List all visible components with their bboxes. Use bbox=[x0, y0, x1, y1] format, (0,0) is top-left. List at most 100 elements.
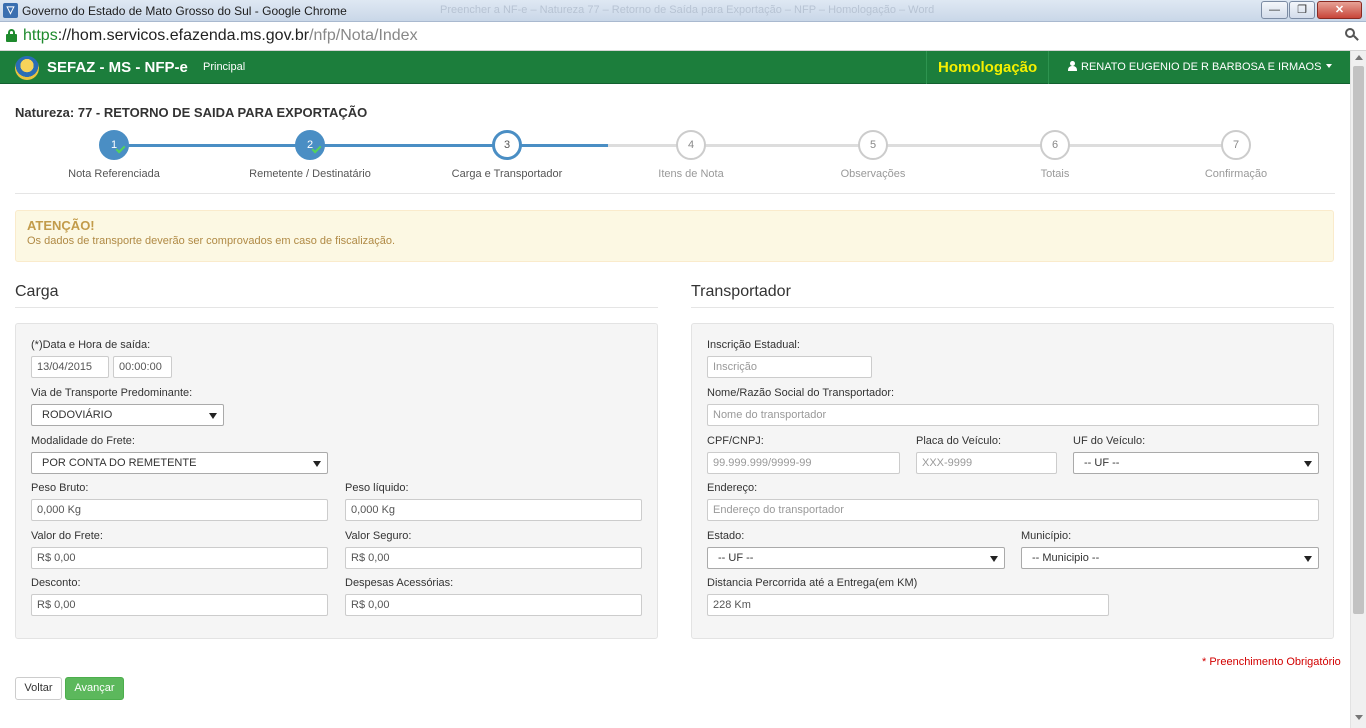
state-seal-icon bbox=[15, 56, 39, 80]
step-label: Totais bbox=[1040, 168, 1070, 180]
uf-veiculo-label: UF do Veículo: bbox=[1073, 435, 1146, 447]
environment-label: Homologação bbox=[938, 59, 1038, 76]
step-label: Confirmação bbox=[1204, 168, 1268, 180]
data-saida-input[interactable]: 13/04/2015 bbox=[31, 356, 109, 378]
user-menu[interactable]: RENATO EUGENIO DE R BARBOSA E IRMAOS bbox=[1068, 61, 1333, 73]
scroll-down-icon[interactable] bbox=[1355, 715, 1363, 720]
step-circle: 3 bbox=[492, 130, 522, 160]
alert-title: ATENÇÃO! bbox=[27, 218, 95, 233]
valor-frete-label: Valor do Frete: bbox=[31, 530, 103, 542]
dropdown-arrow-icon bbox=[1304, 556, 1312, 562]
nav-divider bbox=[1048, 51, 1049, 84]
via-transporte-label: Via de Transporte Predominante: bbox=[31, 387, 193, 399]
zoom-icon[interactable] bbox=[1345, 28, 1359, 42]
peso-liquido-label: Peso líquido: bbox=[345, 482, 409, 494]
wizard-step-itens[interactable]: 4 Itens de Nota bbox=[601, 130, 781, 180]
despesas-input[interactable]: R$ 0,00 bbox=[345, 594, 642, 616]
estado-label: Estado: bbox=[707, 530, 745, 542]
modalidade-frete-value: POR CONTA DO REMETENTE bbox=[42, 457, 197, 469]
required-note: * Preenchimento Obrigatório bbox=[1202, 656, 1341, 668]
valor-seguro-input[interactable]: R$ 0,00 bbox=[345, 547, 642, 569]
step-label: Itens de Nota bbox=[658, 168, 724, 180]
url-scheme: https bbox=[23, 27, 58, 44]
estado-value: -- UF -- bbox=[718, 552, 754, 564]
distancia-label: Distancia Percorrida até a Entrega(em KM… bbox=[707, 577, 918, 589]
modalidade-frete-label: Modalidade do Frete: bbox=[31, 435, 135, 447]
user-name: RENATO EUGENIO DE R BARBOSA E IRMAOS bbox=[1081, 61, 1322, 73]
natureza-heading: Natureza: 77 - RETORNO DE SAIDA PARA EXP… bbox=[15, 105, 368, 120]
uf-veiculo-value: -- UF -- bbox=[1084, 457, 1120, 469]
step-label: Observações bbox=[840, 168, 906, 180]
step-label: Nota Referenciada bbox=[68, 168, 160, 180]
voltar-button[interactable]: Voltar bbox=[15, 677, 62, 700]
cpf-cnpj-input[interactable]: 99.999.999/9999-99 bbox=[707, 452, 900, 474]
scroll-up-icon[interactable] bbox=[1355, 55, 1363, 60]
section-divider bbox=[15, 307, 658, 308]
endereco-input[interactable]: Endereço do transportador bbox=[707, 499, 1319, 521]
browser-title-bar: ▽ Governo do Estado de Mato Grosso do Su… bbox=[0, 0, 1366, 22]
url-path: /nfp/Nota/Index bbox=[309, 27, 418, 44]
nav-divider bbox=[926, 51, 927, 84]
wizard-step-totais[interactable]: 6 Totais bbox=[965, 130, 1145, 180]
desconto-input[interactable]: R$ 0,00 bbox=[31, 594, 328, 616]
carga-panel bbox=[15, 323, 658, 639]
page-scrollbar[interactable] bbox=[1350, 51, 1366, 728]
step-circle: 5 bbox=[858, 130, 888, 160]
step-label: Carga e Transportador bbox=[451, 168, 563, 180]
warning-alert: ATENÇÃO! Os dados de transporte deverão … bbox=[15, 210, 1334, 262]
user-icon bbox=[1068, 61, 1077, 71]
address-bar[interactable]: https://hom.servicos.efazenda.ms.gov.br/… bbox=[0, 22, 1366, 51]
data-hora-label: (*)Data e Hora de saída: bbox=[31, 339, 151, 351]
step-circle: 7 bbox=[1221, 130, 1251, 160]
inscricao-input[interactable]: Inscrição bbox=[707, 356, 872, 378]
minimize-button[interactable]: — bbox=[1261, 1, 1288, 19]
peso-bruto-input[interactable]: 0,000 Kg bbox=[31, 499, 328, 521]
scroll-thumb[interactable] bbox=[1353, 66, 1364, 614]
brand-title[interactable]: SEFAZ - MS - NFP-e bbox=[47, 59, 188, 76]
municipio-select[interactable]: -- Municipio -- bbox=[1021, 547, 1319, 569]
via-transporte-value: RODOVIÁRIO bbox=[42, 409, 113, 421]
section-divider bbox=[691, 307, 1334, 308]
step-circle: 4 bbox=[676, 130, 706, 160]
modalidade-frete-select[interactable]: POR CONTA DO REMETENTE bbox=[31, 452, 328, 474]
caret-down-icon bbox=[1326, 64, 1333, 68]
via-transporte-select[interactable]: RODOVIÁRIO bbox=[31, 404, 224, 426]
alert-text: Os dados de transporte deverão ser compr… bbox=[27, 235, 396, 247]
wizard-step-observacoes[interactable]: 5 Observações bbox=[783, 130, 963, 180]
chrome-app-icon: ▽ bbox=[3, 3, 18, 18]
placa-input[interactable]: XXX-9999 bbox=[916, 452, 1057, 474]
step-circle: 1 bbox=[99, 130, 129, 160]
municipio-value: -- Municipio -- bbox=[1032, 552, 1100, 564]
close-window-button[interactable]: ✕ bbox=[1317, 1, 1362, 19]
nav-principal[interactable]: Principal bbox=[203, 61, 245, 73]
municipio-label: Município: bbox=[1021, 530, 1072, 542]
wizard-step-nota-referenciada[interactable]: 1 Nota Referenciada bbox=[24, 130, 204, 180]
url-host: hom.servicos.efazenda.ms.gov.br bbox=[71, 27, 310, 44]
step-circle: 6 bbox=[1040, 130, 1070, 160]
estado-select[interactable]: -- UF -- bbox=[707, 547, 1005, 569]
maximize-button[interactable]: ❐ bbox=[1289, 1, 1315, 19]
avancar-button[interactable]: Avançar bbox=[65, 677, 124, 700]
peso-bruto-label: Peso Bruto: bbox=[31, 482, 89, 494]
peso-liquido-input[interactable]: 0,000 Kg bbox=[345, 499, 642, 521]
url-text[interactable]: https://hom.servicos.efazenda.ms.gov.br/… bbox=[23, 27, 418, 45]
valor-frete-input[interactable]: R$ 0,00 bbox=[31, 547, 328, 569]
dropdown-arrow-icon bbox=[990, 556, 998, 562]
placa-label: Placa do Veículo: bbox=[916, 435, 1002, 447]
hora-saida-input[interactable]: 00:00:00 bbox=[113, 356, 172, 378]
dropdown-arrow-icon bbox=[1304, 461, 1312, 467]
wizard-step-confirmacao[interactable]: 7 Confirmação bbox=[1146, 130, 1326, 180]
background-window-title: Preencher a NF-e – Natureza 77 – Retorno… bbox=[440, 4, 935, 16]
nome-transportador-input[interactable]: Nome do transportador bbox=[707, 404, 1319, 426]
dropdown-arrow-icon bbox=[313, 461, 321, 467]
window-title: Governo do Estado de Mato Grosso do Sul … bbox=[22, 4, 347, 18]
wizard-steps: 1 Nota Referenciada 2 Remetente / Destin… bbox=[15, 128, 1335, 194]
wizard-step-remetente[interactable]: 2 Remetente / Destinatário bbox=[220, 130, 400, 180]
lock-icon bbox=[6, 29, 17, 42]
transportador-title: Transportador bbox=[691, 283, 791, 300]
distancia-input[interactable]: 228 Km bbox=[707, 594, 1109, 616]
carga-title: Carga bbox=[15, 283, 59, 300]
uf-veiculo-select[interactable]: -- UF -- bbox=[1073, 452, 1319, 474]
wizard-step-carga-transportador[interactable]: 3 Carga e Transportador bbox=[417, 130, 597, 180]
despesas-label: Despesas Acessórias: bbox=[345, 577, 454, 589]
